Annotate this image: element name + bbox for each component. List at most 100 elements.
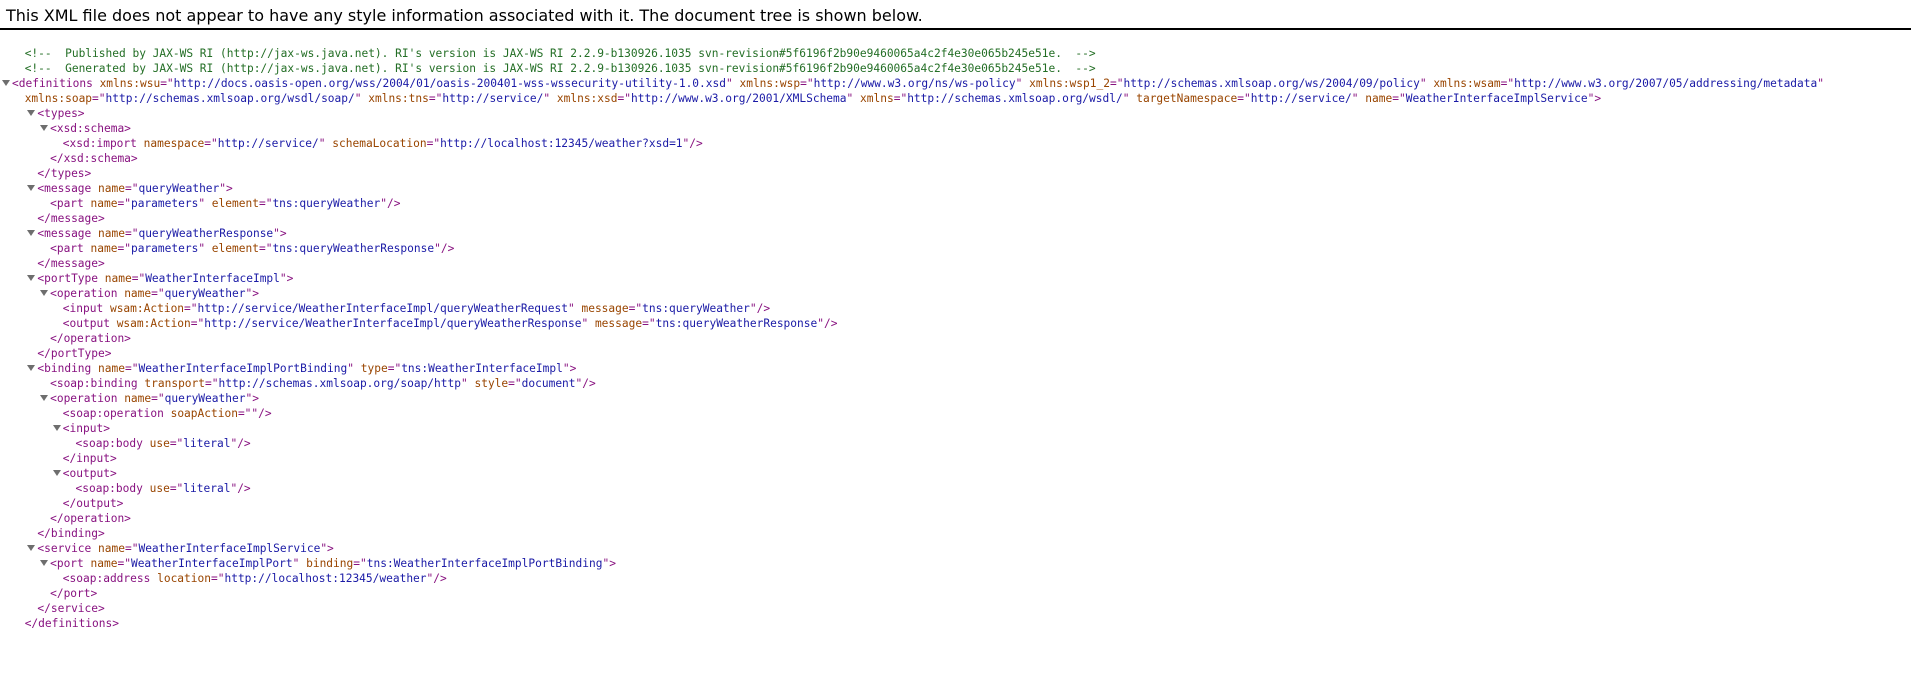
xml-line-content: </message> — [37, 256, 104, 271]
xml-attr-token: style — [467, 377, 509, 390]
xml-tag-token: =" — [124, 362, 139, 375]
xml-attr-token: xmlns:soap — [24, 92, 93, 105]
xml-val-token: http://www.w3.org/2001/XMLSchema — [630, 92, 847, 105]
xml-tag-token: <binding — [37, 362, 92, 375]
xml-attr-token: name — [98, 272, 132, 285]
xml-line: <binding name="WeatherInterfaceImplPortB… — [0, 361, 1911, 376]
xml-val-token: http://service/ — [217, 137, 319, 150]
xml-attr-token: xmlns:xsd — [550, 92, 618, 105]
xml-line-content: </operation> — [50, 331, 131, 346]
xml-val-token: http://service/ — [442, 92, 544, 105]
collapse-arrow-icon[interactable] — [40, 560, 49, 566]
xml-attr-token: name — [117, 392, 152, 405]
xml-attr-token: name — [91, 542, 125, 555]
xml-tag-token: <output> — [62, 467, 117, 480]
xml-tag-token: =" — [642, 317, 656, 330]
xml-line-content: </binding> — [37, 526, 104, 541]
xml-tag-token: =" — [124, 182, 139, 195]
xml-tag-token: =" — [800, 77, 814, 90]
collapse-arrow-icon[interactable] — [40, 395, 49, 401]
xml-tag-token: <message — [37, 182, 92, 195]
xml-val-token: document — [521, 377, 576, 390]
collapse-arrow-icon[interactable] — [27, 230, 36, 236]
xml-attr-token: use — [142, 482, 170, 495]
xml-attr-token: namespace — [136, 137, 205, 150]
xml-attr-token: name — [83, 557, 118, 570]
xml-line-content: xmlns:soap="http://schemas.xmlsoap.org/w… — [25, 91, 1601, 106]
xml-tag-token: </definitions> — [24, 617, 119, 630]
collapse-arrow-icon[interactable] — [27, 110, 36, 116]
xml-line-content: </xsd:schema> — [50, 151, 138, 166]
xml-tag-token: <soap:operation — [62, 407, 164, 420]
xml-line: <input> — [0, 421, 1911, 436]
xml-val-token: WeatherInterfaceImplPortBinding — [138, 362, 348, 375]
collapse-arrow-icon[interactable] — [2, 80, 10, 86]
xml-line: xmlns:soap="http://schemas.xmlsoap.org/w… — [0, 91, 1911, 106]
xml-line-content: </types> — [37, 166, 91, 181]
xml-val-token: WeatherInterfaceImplPort — [130, 557, 293, 570]
xml-attr-token: wsam:Action — [103, 302, 185, 315]
xml-tag-token: " — [354, 92, 362, 105]
xml-line: </types> — [0, 166, 1911, 181]
xml-line-content: <soap:operation soapAction=""/> — [63, 406, 272, 421]
collapse-arrow-icon[interactable] — [27, 365, 36, 371]
xml-line: </operation> — [0, 511, 1911, 526]
collapse-arrow-icon[interactable] — [27, 275, 36, 281]
xml-line-content: <service name="WeatherInterfaceImplServi… — [37, 541, 333, 556]
xml-line: </port> — [0, 586, 1911, 601]
xml-tag-token: =" — [124, 227, 139, 240]
xml-tag-token: "> — [273, 227, 287, 240]
xml-line-content: <portType name="WeatherInterfaceImpl"> — [37, 271, 293, 286]
xml-line-content: </message> — [37, 211, 104, 226]
xml-line-content: <message name="queryWeather"> — [37, 181, 232, 196]
xml-line: </definitions> — [0, 616, 1911, 631]
xml-tag-token: "/> — [230, 437, 251, 450]
xml-line: <output wsam:Action="http://service/Weat… — [0, 316, 1911, 331]
xml-line: </message> — [0, 211, 1911, 226]
xml-line-content: <output> — [63, 466, 117, 481]
xml-val-token: queryWeatherResponse — [138, 227, 274, 240]
xml-tag-token: </port> — [50, 587, 98, 600]
xml-tag-token: <soap:body — [75, 482, 143, 495]
xml-tag-token: =" — [124, 542, 139, 555]
collapse-arrow-icon[interactable] — [40, 290, 49, 296]
xml-line: <soap:body use="literal"/> — [0, 436, 1911, 451]
xml-line-content: <port name="WeatherInterfaceImplPort" bi… — [50, 556, 616, 571]
xml-tag-token: =" — [893, 92, 908, 105]
xml-line-content: <xsd:schema> — [50, 121, 131, 136]
xml-line-content: <input> — [63, 421, 110, 436]
collapse-arrow-icon[interactable] — [40, 125, 49, 131]
xml-tag-token: =" — [426, 137, 441, 150]
xml-attr-token: message — [588, 317, 643, 330]
xml-line: <xsd:schema> — [0, 121, 1911, 136]
xml-line: </message> — [0, 256, 1911, 271]
xml-tag-token: "/> — [230, 482, 251, 495]
xml-line: <!-- Published by JAX-WS RI (http://jax-… — [0, 46, 1911, 61]
xml-val-token: WeatherInterfaceImplService — [1405, 92, 1588, 105]
xml-tag-token: =" — [117, 242, 131, 255]
xml-tag-token: <port — [50, 557, 84, 570]
collapse-arrow-icon[interactable] — [27, 185, 36, 191]
xml-attr-token: name — [83, 242, 118, 255]
xml-tag-token: <message — [37, 227, 92, 240]
collapse-arrow-icon[interactable] — [52, 470, 61, 476]
xml-attr-token: name — [91, 182, 125, 195]
collapse-arrow-icon[interactable] — [27, 545, 36, 551]
xml-attr-token: xmlns:wsp1_2 — [1022, 77, 1110, 90]
xml-attr-token: location — [150, 572, 211, 585]
xml-tag-token: " — [1817, 77, 1825, 90]
xml-tag-token: =" — [628, 302, 643, 315]
xml-line: <input wsam:Action="http://service/Weath… — [0, 301, 1911, 316]
xml-line: <operation name="queryWeather"> — [0, 391, 1911, 406]
xml-tag-token: </service> — [37, 602, 105, 615]
xml-attr-token: soapAction — [163, 407, 238, 420]
xml-tag-token: " — [460, 377, 468, 390]
xml-attr-token: name — [91, 227, 125, 240]
xml-attr-token: schemaLocation — [325, 137, 427, 150]
xml-line: <port name="WeatherInterfaceImplPort" bi… — [0, 556, 1911, 571]
xml-line-content: </output> — [63, 496, 124, 511]
xml-tag-token: =" — [508, 377, 522, 390]
xml-tag-token: </portType> — [37, 347, 112, 360]
collapse-arrow-icon[interactable] — [52, 425, 61, 431]
xml-tag-token: "/> — [426, 572, 447, 585]
